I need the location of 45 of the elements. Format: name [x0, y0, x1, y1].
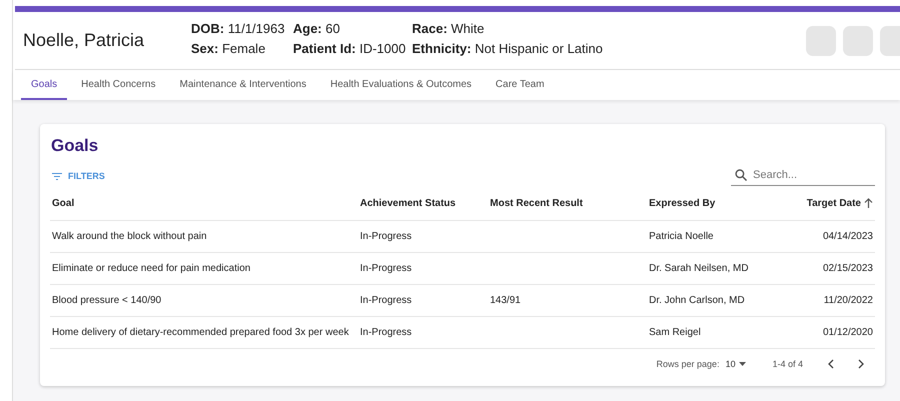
column-header[interactable]: Target Date — [806, 198, 873, 208]
table-cell-text: In-Progress — [360, 327, 413, 338]
table-cell-text: Eliminate or reduce need for pain medication — [52, 263, 252, 274]
card-title: Goals — [50, 136, 100, 156]
table-cell-text: Home delivery of dietary-recommended prepared food 3x per week — [52, 327, 350, 338]
table-cell: 02/15/2023 — [822, 263, 873, 274]
chevron-left-icon — [827, 359, 834, 369]
column-header[interactable]: Goal — [52, 198, 360, 208]
blank-action-button[interactable] — [843, 26, 873, 56]
table-cell: 04/14/2023 — [822, 231, 873, 242]
column-header[interactable]: Achievement Status — [360, 198, 490, 208]
table-cell-text: Dr. Sarah Neilsen, MD — [649, 263, 750, 274]
patient-detail: DOB: 11/1/1963 — [191, 20, 286, 38]
tab[interactable]: Maintenance & Interventions — [170, 70, 316, 100]
tab[interactable]: Health Evaluations & Outcomes — [320, 70, 482, 100]
rows-per-page-label: Rows per page: — [656, 359, 720, 369]
table-cell-text: In-Progress — [360, 263, 413, 274]
column-header[interactable]: Expressed By — [649, 198, 773, 208]
table-cell-text: Walk around the block without pain — [52, 231, 208, 242]
patient-name: Noelle, Patricia — [23, 30, 146, 51]
table-cell: 11/20/2022 — [824, 295, 873, 306]
table-cell: 01/12/2020 — [822, 327, 873, 338]
table-cell-text: Sam Reigel — [649, 327, 702, 338]
rows-per-page-select[interactable]: 10 — [725, 359, 746, 369]
patient-detail: Ethnicity: Not Hispanic or Latino — [412, 40, 604, 58]
tab[interactable]: Care Team — [486, 70, 554, 100]
blank-action-button[interactable] — [806, 26, 836, 56]
patient-detail: Age: 60 — [293, 20, 341, 38]
patient-detail: Race: White — [412, 20, 486, 38]
dropdown-caret-icon — [739, 362, 746, 366]
filter-icon — [52, 172, 62, 180]
table-cell-text: Dr. John Carlson, MD — [649, 295, 746, 306]
patient-detail: Patient Id: ID-1000 — [293, 40, 407, 58]
search-icon — [735, 169, 747, 181]
tab[interactable]: Health Concerns — [71, 70, 166, 100]
table-cell-text: Patricia Noelle — [649, 231, 714, 242]
column-header[interactable]: Most Recent Result — [490, 198, 649, 208]
page-range: 1-4 of 4 — [772, 359, 803, 369]
table-cell-text: Blood pressure < 140/90 — [52, 295, 162, 306]
patient-detail: Sex: Female — [191, 40, 266, 58]
table-cell-text: 143/91 — [490, 295, 522, 306]
chevron-right-icon — [858, 359, 865, 369]
table-cell-text: In-Progress — [360, 231, 413, 242]
table-cell-text: In-Progress — [360, 295, 413, 306]
sort-arrow-icon — [864, 198, 873, 208]
